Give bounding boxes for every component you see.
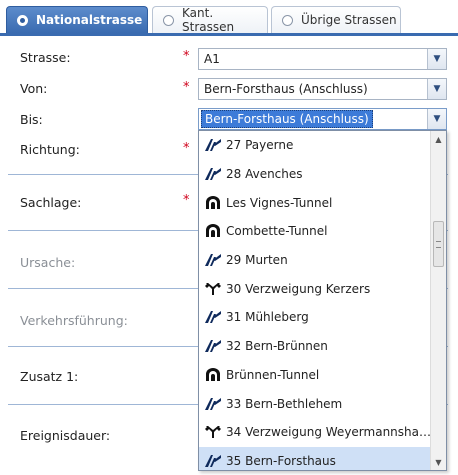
dropdown-options: 27 Payerne 28 Avenches Les Vignes-Tunnel Co… — [199, 131, 431, 470]
interchange-icon — [203, 424, 223, 440]
tunnel-icon — [203, 195, 223, 211]
list-item[interactable]: 33 Bern-Bethlehem — [199, 389, 431, 418]
von-select[interactable]: Bern-Forsthaus (Anschluss) ▼ — [198, 78, 447, 100]
list-item[interactable]: 31 Mühleberg — [199, 303, 431, 332]
tab-label: Nationalstrasse — [36, 13, 143, 27]
required-marker: * — [183, 80, 190, 95]
chevron-down-icon[interactable]: ▼ — [427, 109, 446, 129]
zusatz1-label: Zusatz 1: — [20, 369, 79, 384]
list-item[interactable]: 28 Avenches — [199, 160, 431, 189]
tab-uebrige-strassen[interactable]: Übrige Strassen — [271, 6, 401, 33]
required-marker: * — [183, 193, 190, 208]
tunnel-icon — [203, 367, 223, 383]
list-item-label: 29 Murten — [226, 253, 288, 268]
bis-label: Bis: — [20, 112, 43, 127]
verkehrsfuehrung-label: Verkehrsführung: — [20, 313, 128, 328]
bis-select[interactable]: Bern-Forsthaus (Anschluss) ▼ — [198, 108, 447, 130]
junction-icon — [203, 396, 223, 412]
scroll-down-icon[interactable]: ▼ — [431, 454, 446, 470]
junction-icon — [203, 137, 223, 153]
list-item-label: 35 Bern-Forsthaus — [226, 453, 336, 468]
ursache-label: Ursache: — [20, 255, 76, 270]
list-item-label: 31 Mühleberg — [226, 310, 309, 325]
tab-kant-strassen[interactable]: Kant. Strassen — [152, 6, 268, 34]
strasse-select[interactable]: A1 ▼ — [198, 48, 447, 70]
tab-label: Kant. Strassen — [182, 6, 235, 34]
list-item[interactable]: 35 Bern-Forsthaus — [199, 446, 431, 470]
interchange-icon — [203, 281, 223, 297]
tab-nationalstrasse[interactable]: Nationalstrasse — [6, 6, 148, 33]
radio-icon — [163, 14, 174, 26]
tunnel-icon — [203, 223, 223, 239]
junction-icon — [203, 252, 223, 268]
strasse-value: A1 — [204, 52, 220, 66]
list-item-label: Les Vignes-Tunnel — [226, 195, 333, 210]
list-item[interactable]: 27 Payerne — [199, 131, 431, 160]
list-item[interactable]: Brünnen-Tunnel — [199, 361, 431, 390]
list-item[interactable]: 32 Bern-Brünnen — [199, 332, 431, 361]
bis-value: Bern-Forsthaus (Anschluss) — [201, 110, 373, 128]
junction-icon — [203, 166, 223, 182]
tab-label: Übrige Strassen — [301, 13, 397, 27]
list-item-label: 32 Bern-Brünnen — [226, 339, 328, 354]
tab-bar: Nationalstrasse Kant. Strassen Übrige St… — [0, 0, 458, 36]
junction-icon — [203, 453, 223, 469]
chevron-down-icon[interactable]: ▼ — [427, 49, 446, 69]
list-item-label: 28 Avenches — [226, 167, 303, 182]
junction-icon — [203, 309, 223, 325]
von-value: Bern-Forsthaus (Anschluss) — [204, 82, 368, 96]
radio-icon — [282, 14, 293, 26]
junction-icon — [203, 338, 223, 354]
list-item[interactable]: 34 Verzweigung Weyermannshaus — [199, 418, 431, 447]
list-item-label: 30 Verzweigung Kerzers — [226, 281, 371, 296]
ereignisdauer-label: Ereignisdauer: — [20, 428, 111, 443]
list-item[interactable]: Les Vignes-Tunnel — [199, 188, 431, 217]
radio-icon — [17, 14, 28, 26]
required-marker: * — [183, 141, 190, 156]
required-marker: * — [183, 49, 190, 64]
richtung-label: Richtung: — [20, 142, 80, 157]
sachlage-label: Sachlage: — [20, 195, 82, 210]
chevron-down-icon[interactable]: ▼ — [427, 79, 446, 99]
list-item[interactable]: 29 Murten — [199, 246, 431, 275]
list-item[interactable]: 30 Verzweigung Kerzers — [199, 274, 431, 303]
von-label: Von: — [20, 81, 48, 96]
scrollbar-thumb[interactable] — [433, 221, 444, 267]
scrollbar[interactable]: ▲ ▼ — [430, 131, 446, 470]
scroll-up-icon[interactable]: ▲ — [431, 131, 446, 147]
list-item-label: 33 Bern-Bethlehem — [226, 396, 343, 411]
list-item-label: Combette-Tunnel — [226, 224, 328, 239]
strasse-label: Strasse: — [20, 50, 71, 65]
tab-underline — [0, 33, 458, 36]
bis-dropdown-list[interactable]: 27 Payerne 28 Avenches Les Vignes-Tunnel Co… — [198, 130, 447, 471]
list-item-label: Brünnen-Tunnel — [226, 367, 320, 382]
list-item[interactable]: Combette-Tunnel — [199, 217, 431, 246]
list-item-label: 27 Payerne — [226, 138, 294, 153]
list-item-label: 34 Verzweigung Weyermannshaus — [226, 425, 431, 440]
